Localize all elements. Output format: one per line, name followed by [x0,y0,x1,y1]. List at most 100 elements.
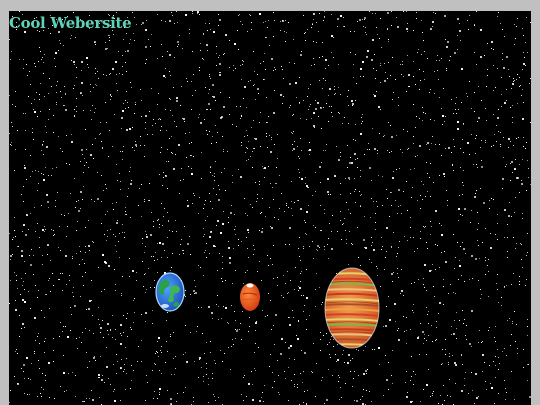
star [209,193,210,194]
star [313,258,314,259]
star [223,306,224,307]
star [274,344,275,345]
star [338,87,339,88]
star [308,187,309,188]
star [209,76,210,77]
star [324,213,325,214]
star [446,46,448,48]
star [456,97,457,98]
star [238,239,239,240]
star [281,295,282,296]
star [391,375,392,376]
star [34,207,35,208]
star [64,391,65,392]
star [153,119,154,120]
star [78,210,80,212]
star [303,246,304,247]
star [273,12,274,13]
star [266,136,267,137]
star [203,33,204,34]
star [301,178,303,180]
star [23,364,25,366]
star [383,136,384,137]
star [377,150,378,151]
star [519,192,520,193]
star [35,231,36,232]
star [219,253,220,254]
star [9,233,10,234]
star [391,136,393,138]
star [160,119,161,120]
star [525,148,526,149]
star [126,358,127,359]
star [352,358,353,359]
star [153,398,154,399]
star [392,383,393,384]
star [350,52,351,53]
star [364,19,365,20]
star [208,378,209,379]
star [28,229,29,230]
star [145,128,146,129]
star [415,127,416,128]
star [89,330,90,331]
star [523,146,524,147]
star [175,220,176,221]
star [420,401,421,402]
star [84,158,85,159]
star [28,291,29,292]
star [251,127,252,128]
star [191,168,192,169]
star [120,151,121,152]
star [117,361,118,362]
star [306,319,307,320]
star [126,318,127,319]
star [283,78,284,79]
star [77,221,78,222]
star [426,144,427,145]
star [514,311,515,312]
star [100,327,102,329]
star [248,383,250,385]
star [419,69,420,70]
star [441,155,442,156]
star [91,390,92,391]
star [252,151,253,152]
star [334,94,335,95]
star [291,132,292,133]
star [109,130,110,131]
star [421,54,422,55]
star [215,100,216,101]
star [400,149,401,150]
star [237,329,238,330]
star [489,200,490,201]
star [253,85,254,86]
star [526,142,527,143]
star [430,28,432,30]
star [297,387,298,388]
star [15,351,16,352]
star [528,168,529,169]
star [191,155,192,156]
star [58,136,59,137]
star [387,150,388,151]
star [243,400,244,401]
star [106,122,107,123]
star [127,313,128,314]
star [374,148,376,150]
star [195,286,196,287]
star [504,209,506,211]
star [328,194,329,195]
star [348,105,349,106]
star [426,340,427,341]
star [254,84,255,85]
star [358,350,359,351]
star [357,227,358,228]
star [275,183,276,184]
star [163,216,164,217]
star [506,164,507,165]
star [509,202,510,203]
star [321,380,322,381]
star [140,145,141,146]
star [44,54,45,55]
